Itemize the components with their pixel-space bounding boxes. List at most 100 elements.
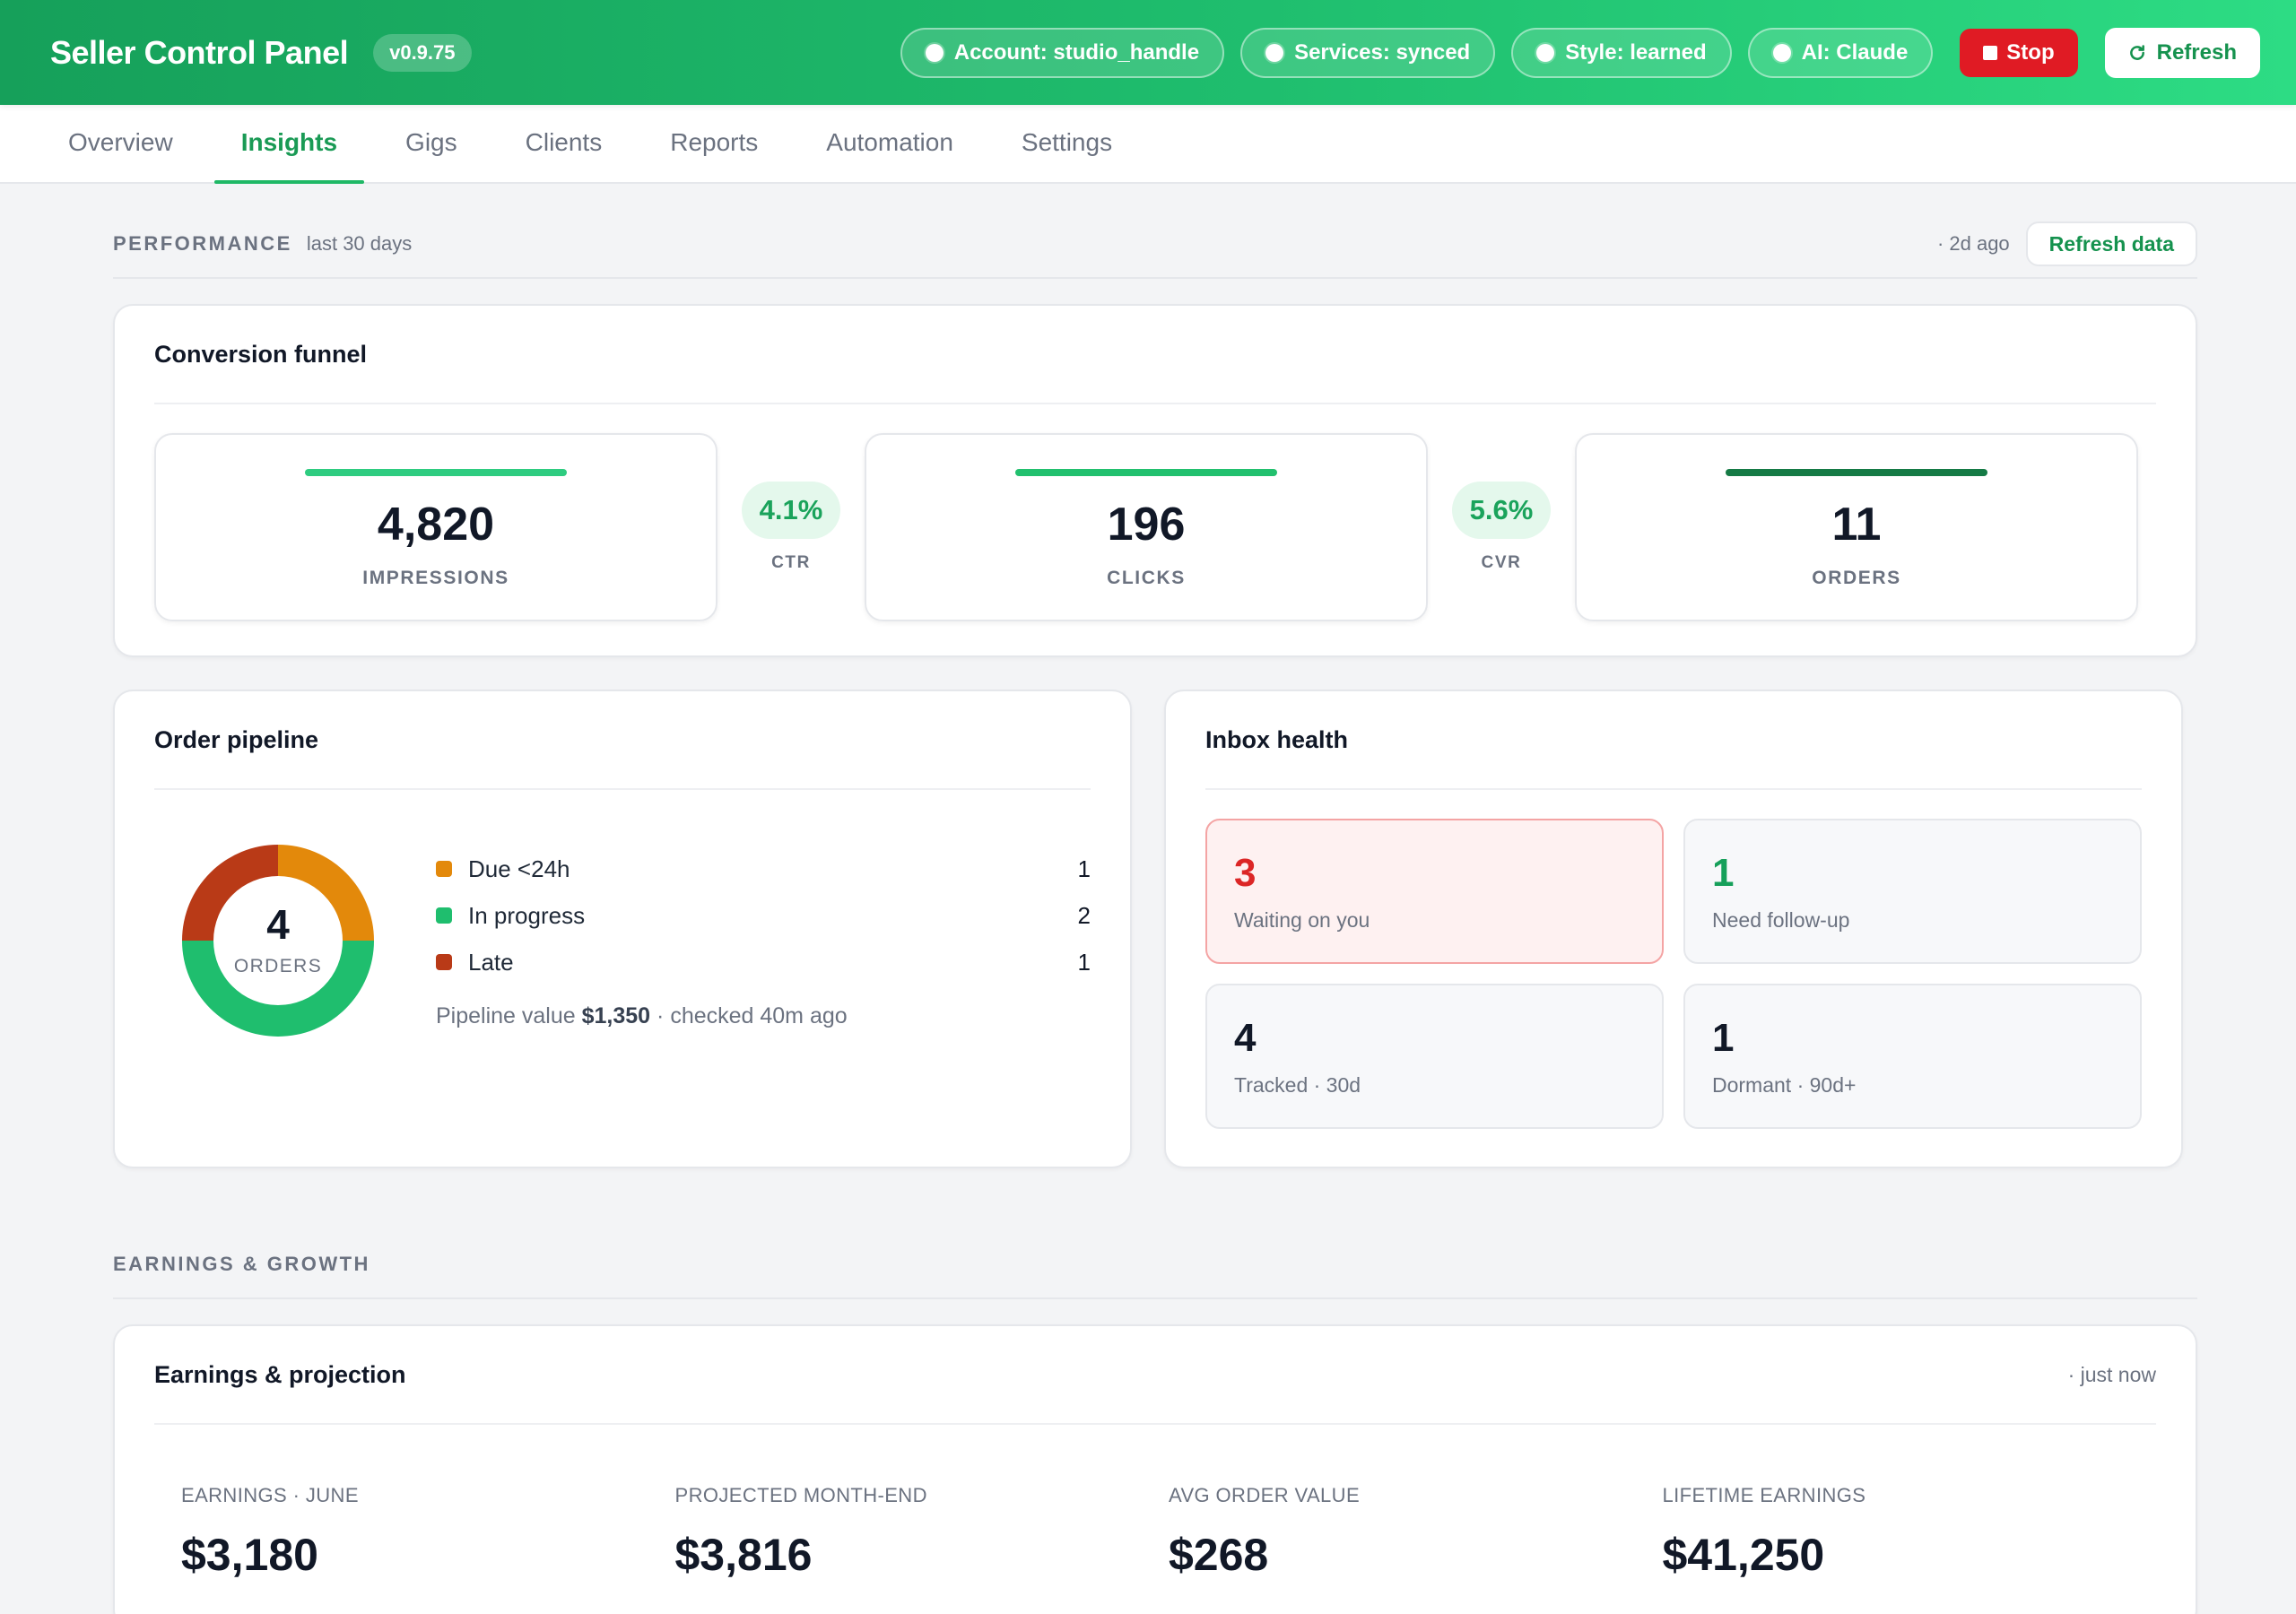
section-subtitle: last 30 days (306, 232, 413, 255)
funnel-value: 196 (1107, 499, 1186, 551)
tab-reports[interactable]: Reports (643, 103, 785, 182)
inbox-count: 4 (1234, 1016, 1257, 1060)
pill-label: AI: Claude (1801, 39, 1909, 65)
donut-center: 4 ORDERS (170, 833, 386, 1048)
inbox-tile-waiting[interactable]: 3 Waiting on you (1205, 819, 1664, 964)
app-title: Seller Control Panel (50, 33, 349, 71)
order-pipeline-card: Order pipeline 4 ORDERS Due <24h 1 In pr… (113, 690, 1132, 1168)
funnel-label: CLICKS (1107, 568, 1186, 588)
metric-label: PROJECTED MONTH-END (674, 1484, 927, 1506)
main-content: PERFORMANCE last 30 days · 2d ago Refres… (0, 211, 2296, 1614)
funnel-stage-impressions: 4,820 IMPRESSIONS (154, 433, 718, 621)
inbox-label: Waiting on you (1234, 908, 1370, 932)
funnel-stage-orders: 11 ORDERS (1575, 433, 2138, 621)
metric-value: $41,250 (1662, 1530, 1825, 1580)
legend-item-in-progress: In progress 2 (436, 892, 1091, 939)
rate-ctr: 4.1% CTR (718, 482, 865, 573)
refresh-label: Refresh (2156, 39, 2237, 65)
stop-label: Stop (2006, 39, 2055, 65)
pipeline-body: 4 ORDERS Due <24h 1 In progress 2 Late 1… (154, 833, 1091, 1048)
legend-count: 2 (1077, 901, 1091, 929)
legend-swatch (436, 907, 452, 924)
inbox-health-card: Inbox health 3 Waiting on you 1 Need fol… (1164, 690, 2183, 1168)
pill-label: Account: studio_handle (953, 39, 1200, 65)
legend-label: In progress (468, 901, 586, 929)
metric-label: EARNINGS · JUNE (181, 1484, 359, 1506)
rate-label: CVR (1481, 553, 1522, 572)
conversion-funnel-card: Conversion funnel 4,820 IMPRESSIONS 4.1%… (113, 304, 2197, 657)
pill-label: Style: learned (1565, 39, 1707, 65)
donut-total: 4 (266, 901, 290, 948)
inbox-label: Need follow-up (1712, 908, 1850, 932)
inbox-grid: 3 Waiting on you 1 Need follow-up 4 Trac… (1205, 819, 2142, 1129)
last-updated: · just now (2067, 1362, 2156, 1386)
metric-lifetime-earnings: LIFETIME EARNINGS $41,250 (1663, 1484, 2157, 1581)
card-title: Inbox health (1205, 691, 2142, 790)
style-status-pill[interactable]: Style: learned (1511, 27, 1732, 78)
rate-cvr: 5.6% CVR (1428, 482, 1575, 573)
inbox-count: 1 (1712, 851, 1735, 895)
pipeline-legend: Due <24h 1 In progress 2 Late 1 Pipeline… (436, 846, 1091, 1029)
note-suffix: · checked 40m ago (657, 1003, 848, 1028)
tab-gigs[interactable]: Gigs (378, 103, 484, 182)
tab-settings[interactable]: Settings (995, 103, 1139, 182)
tab-clients[interactable]: Clients (499, 103, 630, 182)
funnel-bar (1015, 469, 1277, 476)
stop-button[interactable]: Stop (1960, 28, 2078, 77)
legend-label: Late (468, 948, 514, 976)
legend-count: 1 (1077, 948, 1091, 976)
card-title: Earnings & projection (154, 1360, 406, 1388)
tab-automation[interactable]: Automation (799, 103, 980, 182)
status-dot-icon (1772, 43, 1791, 62)
earnings-projection-card: Earnings & projection · just now EARNING… (113, 1324, 2197, 1614)
inbox-tile-tracked[interactable]: 4 Tracked · 30d (1205, 984, 1664, 1129)
funnel-stage-clicks: 196 CLICKS (865, 433, 1428, 621)
legend-count: 1 (1077, 855, 1091, 882)
card-header: Earnings & projection · just now (154, 1326, 2156, 1425)
version-badge: v0.9.75 (373, 33, 472, 72)
card-title: Order pipeline (154, 691, 1091, 790)
refresh-data-button[interactable]: Refresh data (2025, 221, 2197, 266)
refresh-button[interactable]: Refresh (2104, 27, 2260, 78)
orders-donut-chart: 4 ORDERS (170, 833, 386, 1048)
inbox-count: 1 (1712, 1016, 1735, 1060)
legend-item-due: Due <24h 1 (436, 846, 1091, 892)
ai-status-pill[interactable]: AI: Claude (1747, 27, 1934, 78)
metric-value: $3,816 (674, 1530, 813, 1580)
legend-swatch (436, 954, 452, 970)
stop-square-icon (1983, 45, 1998, 60)
performance-section-header: PERFORMANCE last 30 days · 2d ago Refres… (113, 211, 2197, 279)
section-title: PERFORMANCE (113, 232, 292, 255)
tab-overview[interactable]: Overview (41, 103, 200, 182)
inbox-label: Dormant · 90d+ (1712, 1073, 1857, 1097)
funnel-label: ORDERS (1812, 568, 1901, 588)
metric-projected-month-end: PROJECTED MONTH-END $3,816 (675, 1484, 1170, 1581)
funnel-bar (1726, 469, 1987, 476)
legend-swatch (436, 861, 452, 877)
note-prefix: Pipeline value (436, 1003, 576, 1028)
metric-value: $268 (1169, 1530, 1269, 1580)
section-title: EARNINGS & GROWTH (113, 1253, 370, 1275)
metric-earnings-june: EARNINGS · JUNE $3,180 (181, 1484, 675, 1581)
last-updated: · 2d ago (1936, 232, 2010, 255)
inbox-tile-dormant[interactable]: 1 Dormant · 90d+ (1683, 984, 2142, 1129)
refresh-icon (2129, 44, 2144, 60)
metric-label: AVG ORDER VALUE (1169, 1484, 1361, 1506)
inbox-tile-follow-up[interactable]: 1 Need follow-up (1683, 819, 2142, 964)
inbox-label: Tracked · 30d (1234, 1073, 1361, 1097)
main-tabs: Overview Insights Gigs Clients Reports A… (0, 105, 2296, 184)
metric-avg-order-value: AVG ORDER VALUE $268 (1169, 1484, 1663, 1581)
rate-value: 5.6% (1451, 482, 1552, 539)
tab-insights[interactable]: Insights (213, 103, 365, 184)
funnel-value: 4,820 (377, 499, 495, 551)
pipeline-value: $1,350 (581, 1003, 651, 1028)
funnel-bar (305, 469, 567, 476)
services-status-pill[interactable]: Services: synced (1240, 27, 1496, 78)
rate-label: CTR (771, 553, 811, 572)
funnel-value: 11 (1831, 499, 1882, 551)
metric-value: $3,180 (181, 1530, 318, 1580)
donut-total-label: ORDERS (233, 956, 323, 976)
rate-value: 4.1% (741, 482, 841, 539)
status-dot-icon (1265, 43, 1284, 62)
account-status-pill[interactable]: Account: studio_handle (900, 27, 1225, 78)
